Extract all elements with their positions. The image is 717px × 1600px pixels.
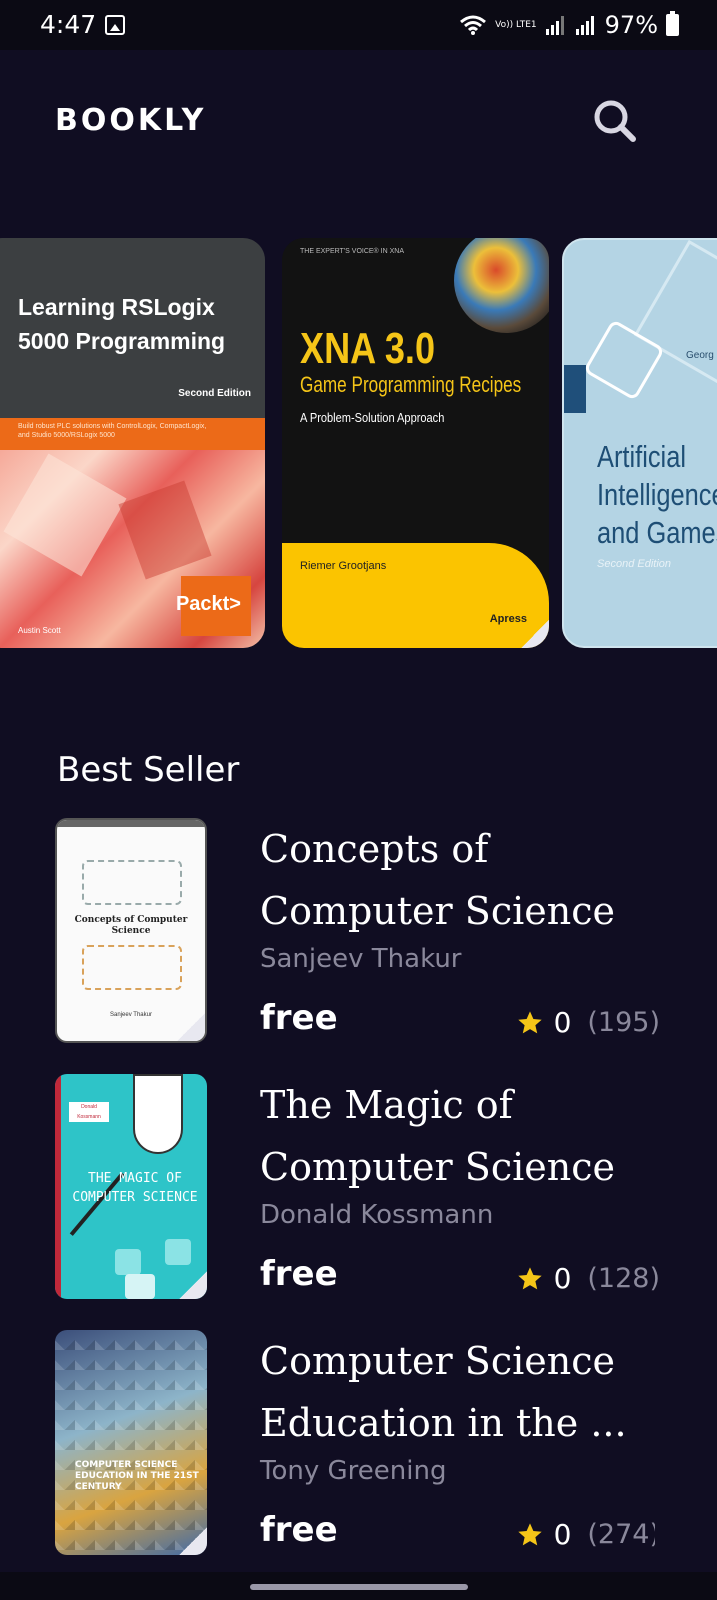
search-icon	[594, 100, 636, 142]
cover-title-line: Learning RSLogix	[18, 294, 215, 320]
cover-title: COMPUTER SCIENCE EDUCATION IN THE 21ST C…	[75, 1460, 199, 1492]
book-cover[interactable]: Concepts of Computer Science Sanjeev Tha…	[55, 818, 207, 1043]
battery-icon	[666, 11, 679, 36]
book-title: Concepts of Computer Science	[260, 827, 615, 933]
publisher-logo: Packt>	[175, 593, 241, 615]
book-cover[interactable]: COMPUTER SCIENCE EDUCATION IN THE 21ST C…	[55, 1330, 207, 1555]
book-rating: 0 (195)	[516, 1006, 660, 1039]
cover-author: Donald Kossmann	[69, 1102, 109, 1122]
logo-text: BOOKLY	[55, 102, 207, 138]
book-title: The Magic of Computer Science	[260, 1083, 615, 1189]
book-list-item[interactable]: Donald Kossmann THE MAGIC OF COMPUTER SC…	[55, 1074, 660, 1299]
star-icon	[517, 1522, 542, 1545]
book-author: Tony Greening	[260, 1456, 447, 1486]
cover-stripe	[564, 365, 586, 413]
book-author: Donald Kossmann	[260, 1200, 494, 1230]
book-list-item[interactable]: Concepts of Computer Science Sanjeev Tha…	[55, 818, 660, 1043]
featured-carousel[interactable]: Learning RSLogix 5000 Programming Second…	[0, 238, 717, 648]
page-curl-icon	[179, 1271, 207, 1299]
page-curl-icon	[177, 1013, 205, 1041]
cover-artwork	[115, 1249, 141, 1275]
app-logo: BOOKLY	[55, 100, 206, 140]
rating-count: (128)	[587, 1263, 660, 1294]
page-curl-icon	[179, 1527, 207, 1555]
home-gesture-handle[interactable]	[250, 1584, 468, 1590]
cover-artwork	[82, 860, 182, 905]
cover-artwork	[125, 1274, 155, 1299]
cover-author: Austin Scott	[18, 626, 61, 635]
rating-value: 0	[553, 1262, 572, 1295]
cover-artwork	[55, 1330, 207, 1555]
cover-title-line: and Games	[597, 515, 717, 550]
wifi-icon	[460, 15, 487, 35]
book-list-item[interactable]: COMPUTER SCIENCE EDUCATION IN THE 21ST C…	[55, 1330, 655, 1572]
cover-title: Artificial Intelligence and Games	[597, 438, 717, 552]
signal-icon-2	[575, 16, 594, 35]
book-price: free	[260, 1510, 338, 1550]
cover-tagline: A Problem-Solution Approach	[300, 410, 445, 425]
status-indicators: Vo)) LTE1 97%	[459, 10, 679, 40]
featured-book-cover-2[interactable]: THE EXPERT'S VOICE® IN XNA XNA 3.0 Game …	[282, 238, 549, 648]
featured-book-cover-3[interactable]: Georg Artificial Intelligence and Games …	[562, 238, 717, 648]
hand-illustration	[133, 1074, 183, 1154]
star-icon	[517, 1010, 542, 1033]
rating-value: 0	[553, 1006, 572, 1039]
rating-value: 0	[553, 1518, 572, 1551]
cover-title-line: 5000 Programming	[18, 328, 226, 354]
book-cover[interactable]: Donald Kossmann THE MAGIC OF COMPUTER SC…	[55, 1074, 207, 1299]
cover-author: Georg	[686, 350, 714, 361]
star-icon	[517, 1266, 542, 1289]
search-button[interactable]	[590, 96, 640, 146]
book-title: Computer Science Education in the ...	[260, 1339, 627, 1445]
book-author: Sanjeev Thakur	[260, 944, 462, 974]
rating-count: (195)	[587, 1007, 660, 1038]
book-price: free	[260, 998, 338, 1038]
image-notification-icon	[105, 15, 125, 35]
book-price: free	[260, 1254, 338, 1294]
cover-band	[55, 1074, 61, 1299]
cover-band	[57, 820, 205, 827]
cover-subtitle: Game Programming Recipes	[300, 372, 522, 397]
cover-edition: Second Edition	[597, 558, 671, 570]
cover-artwork	[82, 945, 182, 990]
rating-count: (274)	[587, 1519, 655, 1550]
cover-edition: Second Edition	[178, 388, 251, 399]
book-rating: 0 (128)	[516, 1262, 660, 1295]
cover-title-line: Intelligence	[597, 477, 717, 512]
status-time: 4:47	[40, 10, 97, 39]
cover-title: Concepts of Computer Science	[74, 915, 188, 936]
battery-percent: 97%	[604, 11, 658, 39]
cover-band	[282, 543, 549, 648]
cover-title: XNA 3.0	[300, 324, 436, 373]
cover-title: Learning RSLogix 5000 Programming	[18, 290, 225, 358]
section-title: Best Seller	[57, 750, 240, 790]
network-type-label: Vo)) LTE1	[495, 20, 537, 30]
cover-title: THE MAGIC OF COMPUTER SCIENCE	[72, 1171, 198, 1205]
page-curl-icon	[521, 620, 549, 648]
signal-icon	[545, 16, 564, 35]
book-rating: 0 (274)	[516, 1518, 655, 1551]
featured-book-cover-1[interactable]: Learning RSLogix 5000 Programming Second…	[0, 238, 265, 648]
cover-series: THE EXPERT'S VOICE® IN XNA	[300, 248, 404, 255]
cover-author: Riemer Grootjans	[300, 560, 387, 572]
cover-title-line: Artificial	[597, 439, 686, 474]
cover-artwork	[454, 238, 549, 333]
cover-artwork	[165, 1239, 191, 1265]
status-bar: 4:47 Vo)) LTE1 97%	[0, 0, 717, 50]
cover-blurb: Build robust PLC solutions with ControlL…	[18, 423, 207, 439]
